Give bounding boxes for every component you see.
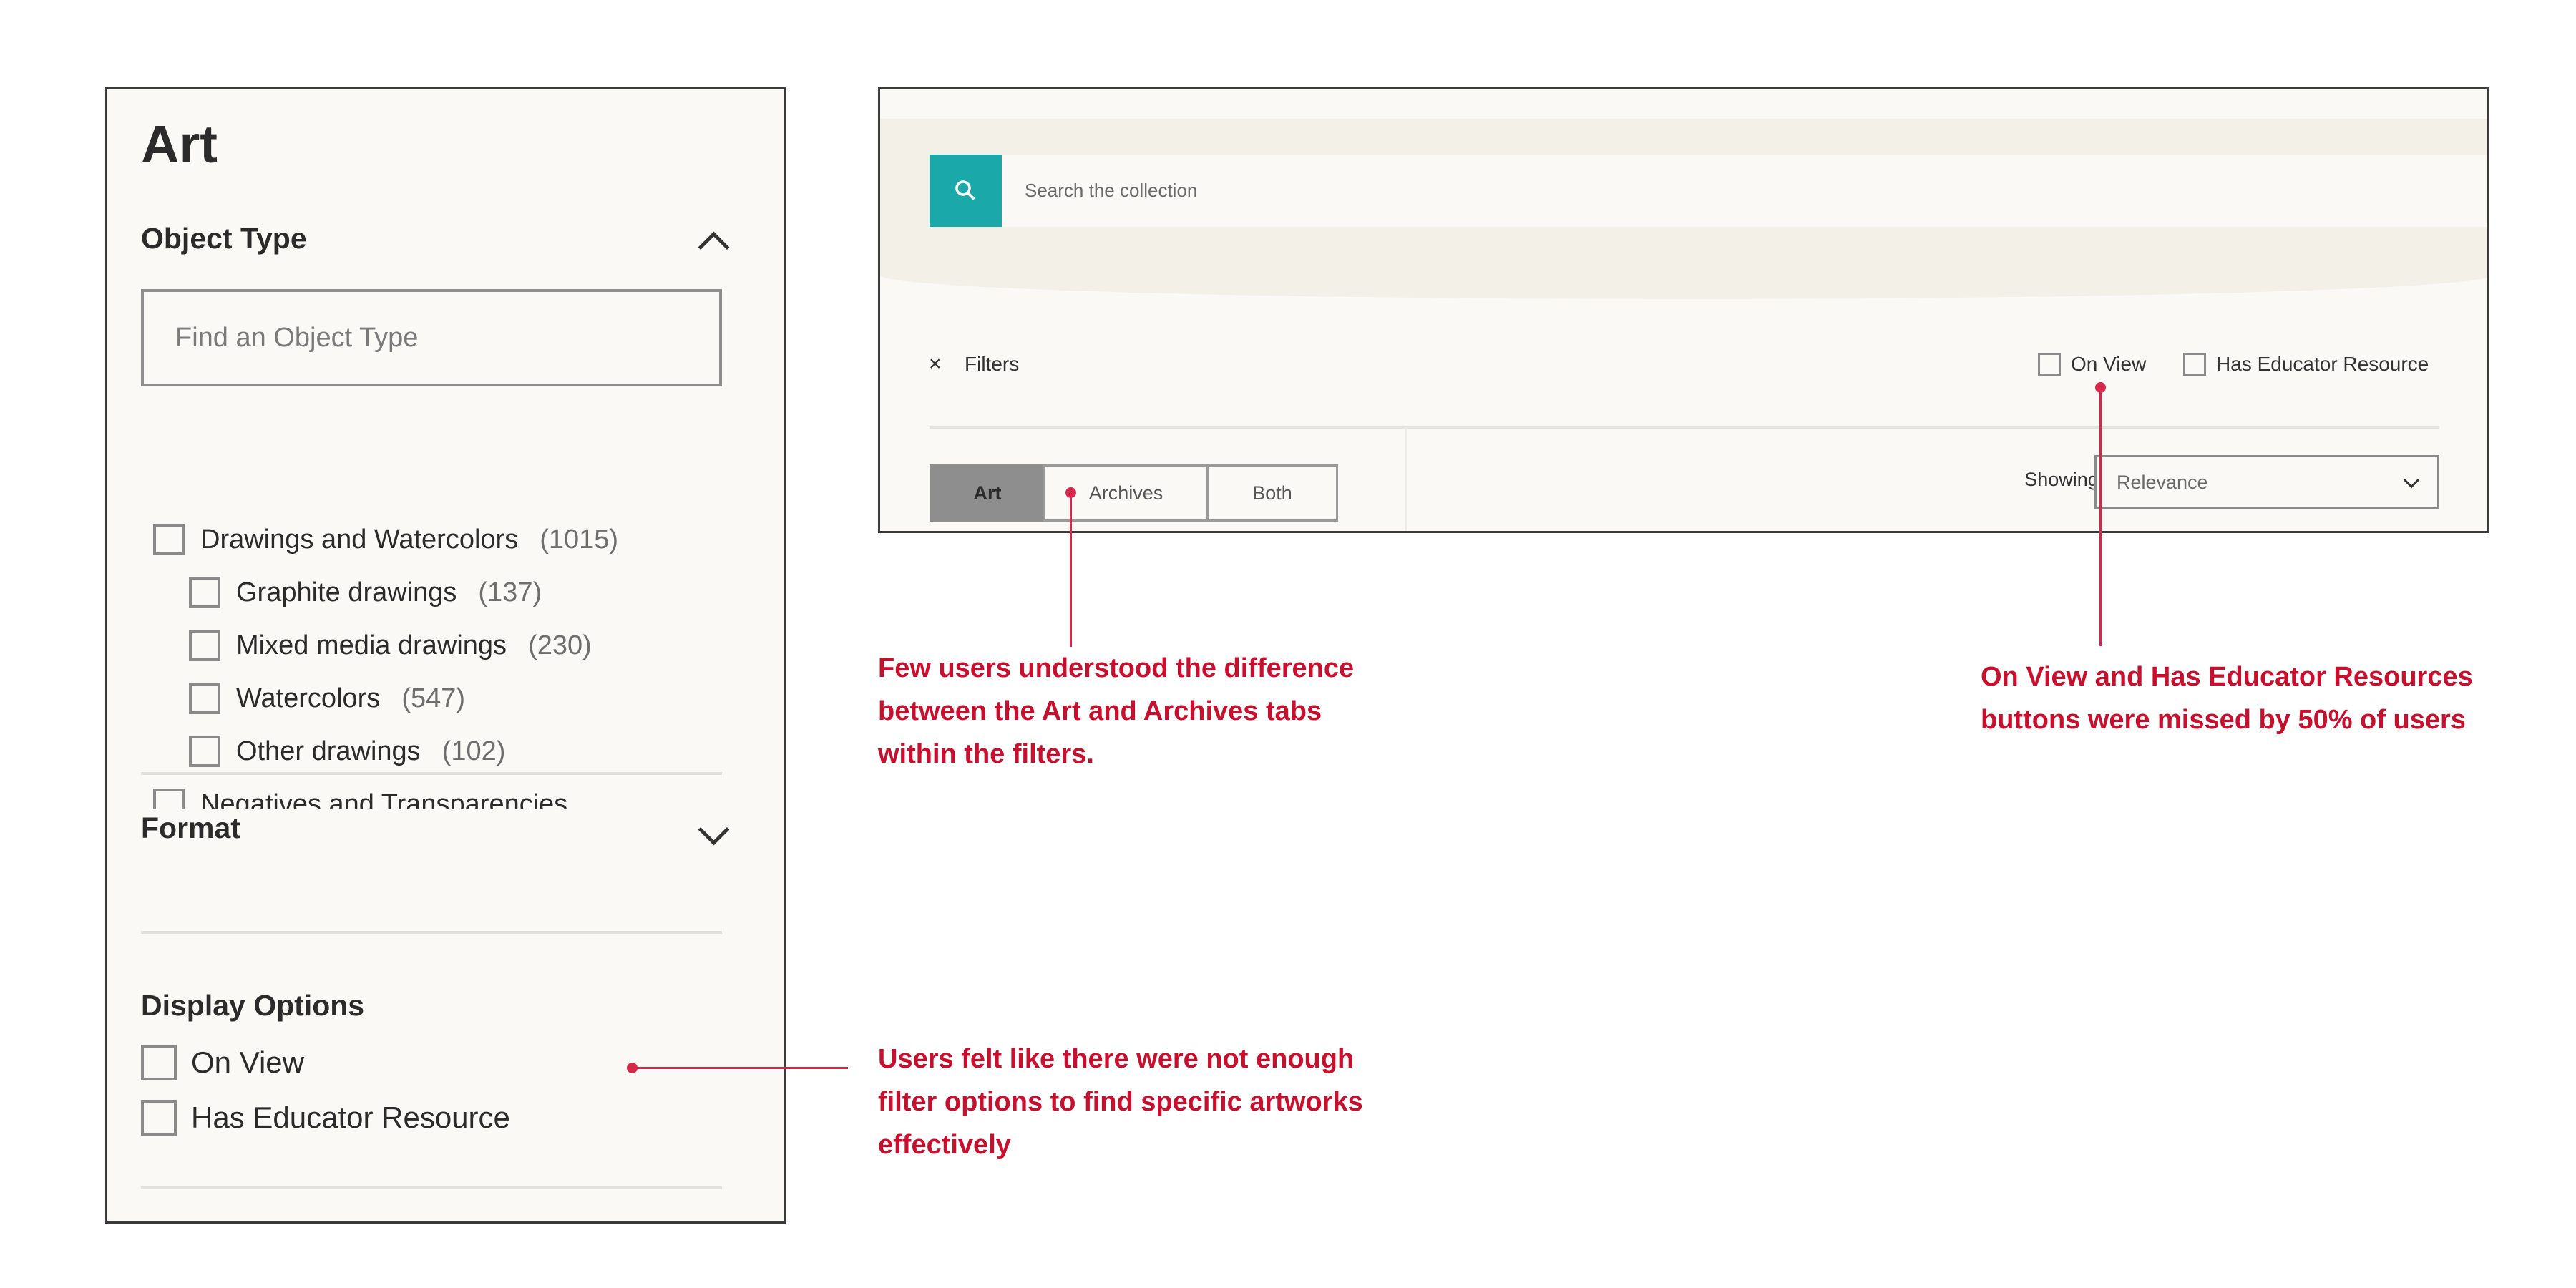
divider bbox=[930, 426, 2439, 429]
annotation-connector bbox=[2099, 387, 2102, 646]
annotation-line: within the filters. bbox=[878, 739, 1094, 769]
divider bbox=[141, 772, 722, 775]
search-button[interactable] bbox=[930, 155, 1002, 227]
object-type-label: Watercolors bbox=[236, 683, 381, 713]
collection-search-input[interactable] bbox=[1002, 155, 2487, 227]
object-type-item[interactable]: Other drawings (102) bbox=[189, 730, 505, 773]
annotation-tabs: Few users understood the difference betw… bbox=[878, 647, 1354, 776]
sort-value: Relevance bbox=[2117, 471, 2208, 493]
on-view-option[interactable]: On View bbox=[141, 1043, 304, 1083]
annotation-connector bbox=[1070, 492, 1072, 647]
checkbox[interactable] bbox=[153, 524, 185, 555]
checkbox[interactable] bbox=[189, 736, 220, 767]
annotation-line: between the Art and Archives tabs bbox=[878, 696, 1322, 726]
object-type-search-input[interactable] bbox=[141, 289, 722, 386]
annotation-line: buttons were missed by 50% of users bbox=[1981, 705, 2466, 735]
checkbox[interactable] bbox=[189, 630, 220, 661]
divider bbox=[141, 931, 722, 934]
close-icon[interactable]: × bbox=[929, 352, 942, 376]
object-type-item[interactable]: Mixed media drawings (230) bbox=[189, 624, 592, 667]
annotation-line: filter options to find specific artworks bbox=[878, 1087, 1363, 1117]
object-type-item[interactable]: Watercolors (547) bbox=[189, 677, 465, 720]
panel-title: Art bbox=[141, 114, 218, 174]
object-type-item[interactable]: Drawings and Watercolors (1015) bbox=[153, 518, 618, 561]
search-icon bbox=[955, 180, 975, 200]
checkbox[interactable] bbox=[153, 789, 185, 809]
chevron-up-icon[interactable] bbox=[698, 231, 730, 263]
object-type-count: (547) bbox=[401, 683, 466, 713]
tab-art[interactable]: Art bbox=[930, 464, 1045, 522]
object-type-heading[interactable]: Object Type bbox=[141, 222, 307, 255]
object-type-count: (102) bbox=[441, 736, 506, 766]
checkbox[interactable] bbox=[189, 683, 220, 714]
filters-toggle[interactable]: Filters bbox=[965, 353, 1019, 376]
object-type-list: Drawings and Watercolors (1015) Graphite… bbox=[141, 414, 735, 809]
annotation-line: Users felt like there were not enough bbox=[878, 1044, 1355, 1074]
has-educator-resource-label: Has Educator Resource bbox=[2216, 353, 2429, 375]
object-type-count: (230) bbox=[528, 630, 592, 660]
annotation-line: effectively bbox=[878, 1130, 1011, 1160]
has-educator-resource-option[interactable]: Has Educator Resource bbox=[141, 1098, 510, 1138]
object-type-count: (137) bbox=[478, 577, 542, 608]
sort-select[interactable]: Relevance bbox=[2094, 455, 2439, 509]
collection-search-screenshot: × Filters On View Has Educator Resource … bbox=[878, 87, 2489, 533]
object-type-item[interactable]: Graphite drawings (137) bbox=[189, 571, 542, 614]
column-divider bbox=[1405, 428, 1407, 531]
object-type-label: Mixed media drawings bbox=[236, 630, 507, 660]
checkbox[interactable] bbox=[2038, 353, 2061, 376]
checkbox[interactable] bbox=[189, 577, 220, 608]
filter-panel: Art Object Type Drawings and Watercolors… bbox=[105, 87, 786, 1224]
object-type-label: Graphite drawings bbox=[236, 577, 457, 608]
checkbox[interactable] bbox=[2183, 353, 2206, 376]
on-view-label: On View bbox=[2071, 353, 2147, 375]
annotation-toggles: On View and Has Educator Resources butto… bbox=[1981, 655, 2473, 741]
object-type-item[interactable]: Negatives and Transparencies bbox=[153, 783, 567, 809]
chevron-down-icon[interactable] bbox=[698, 814, 730, 846]
object-type-label: Other drawings bbox=[236, 736, 421, 766]
checkbox[interactable] bbox=[141, 1045, 177, 1080]
annotation-line: On View and Has Educator Resources bbox=[1981, 662, 2473, 692]
annotation-options: Users felt like there were not enough fi… bbox=[878, 1038, 1363, 1166]
on-view-label: On View bbox=[191, 1045, 304, 1079]
divider bbox=[141, 1186, 722, 1189]
annotation-line: Few users understood the difference bbox=[878, 653, 1355, 683]
object-type-label: Drawings and Watercolors bbox=[200, 524, 519, 555]
format-heading[interactable]: Format bbox=[141, 811, 240, 845]
has-educator-resource-label: Has Educator Resource bbox=[191, 1101, 510, 1134]
object-type-count: (1015) bbox=[540, 524, 619, 555]
tab-both[interactable]: Both bbox=[1206, 464, 1338, 522]
on-view-toggle[interactable]: On View bbox=[2038, 353, 2146, 376]
display-options-heading: Display Options bbox=[141, 989, 365, 1022]
annotation-connector bbox=[632, 1067, 848, 1069]
has-educator-resource-toggle[interactable]: Has Educator Resource bbox=[2183, 353, 2429, 376]
object-type-label: Negatives and Transparencies bbox=[200, 789, 568, 810]
chevron-down-icon bbox=[2403, 472, 2420, 489]
checkbox[interactable] bbox=[141, 1100, 177, 1136]
